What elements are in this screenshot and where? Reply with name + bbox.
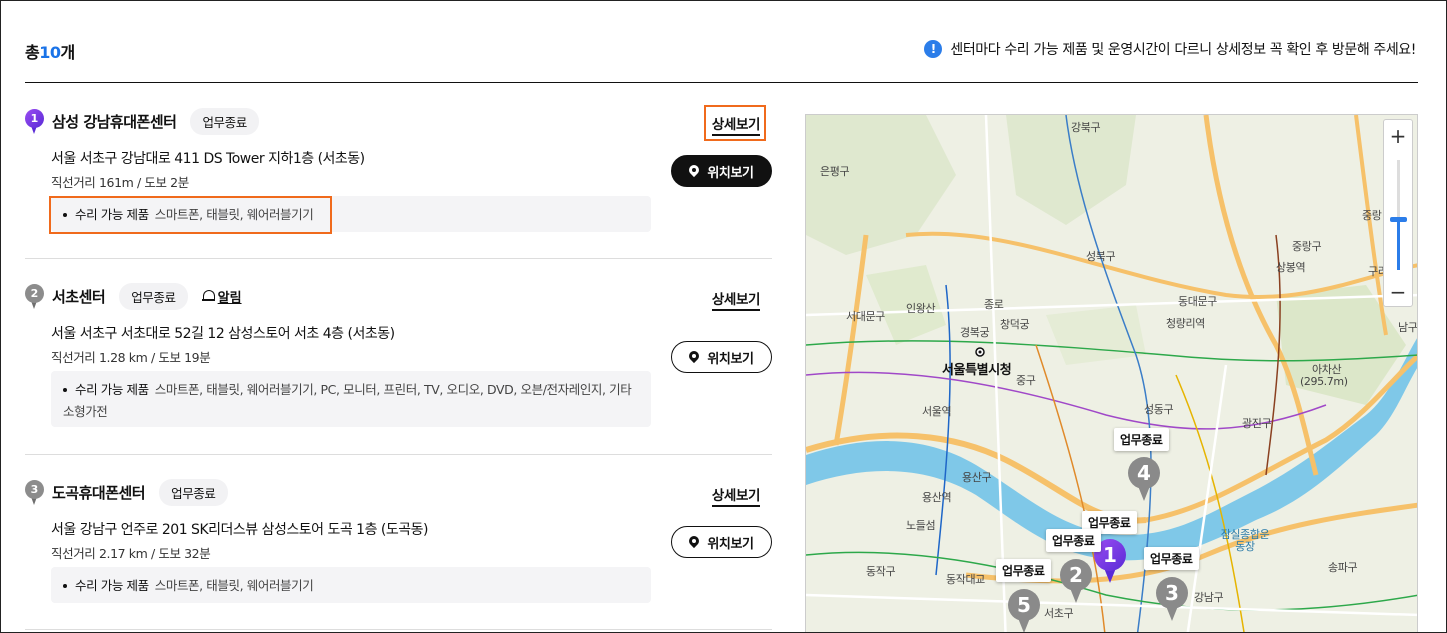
map-label: 동작대교 [946,573,985,586]
map-label: 서초구 [1044,607,1074,620]
map-label: 중구 [1016,374,1036,387]
map-label: (295.7m) [1300,375,1348,388]
zoom-out-button[interactable]: − [1384,278,1412,306]
map-label: 남구 [1398,321,1418,334]
center-address: 서울 서초구 강남대로 411 DS Tower 지하1층 (서초동) [51,151,365,167]
info-icon: ! [924,40,943,58]
center-item-3: 3 도곡휴대폰센터 업무종료 서울 강남구 언주로 201 SK리더스뷰 삼성스… [25,478,772,609]
map-label: 동작구 [866,565,896,578]
repair-products: 수리 가능 제품 스마트폰, 태블릿, 웨어러블기기 [51,567,651,603]
repair-products: 수리 가능 제품 스마트폰, 태블릿, 웨어러블기기, PC, 모니터, 프린터,… [51,371,651,427]
map-label: 강북구 [1071,121,1101,134]
map-label: 광진구 [1242,417,1272,430]
page: 총10개 ! 센터마다 수리 가능 제품 및 운영시간이 다르니 상세정보 꼭 … [0,0,1447,633]
location-pin-icon [689,165,699,178]
map-label: 종로 [984,298,1004,311]
center-distance: 직선거리 161m / 도보 2분 [51,175,189,190]
center-address: 서울 서초구 서초대로 52길 12 삼성스토어 서초 4층 (서초동) [51,326,395,342]
center-distance: 직선거리 2.17 km / 도보 32분 [51,546,211,561]
zoom-in-button[interactable]: + [1384,122,1412,150]
map-label: 용산역 [922,491,952,504]
location-pin-icon [689,351,699,364]
map-marker-5[interactable]: 5 [1008,589,1040,632]
list-divider [25,629,772,630]
zoom-level-fill [1397,220,1400,270]
map-view[interactable]: 강북구 은평구 성북구 중랑구 상봉역 중랑 인왕산 종로 창덕궁 경복궁 동대… [805,114,1418,632]
map-label: 중랑구 [1292,240,1322,253]
marker-pin-icon: 3 [25,479,44,505]
location-pin-icon [689,536,699,549]
map-label: 성북구 [1086,250,1116,263]
center-name: 서초센터 [52,287,106,306]
location-button[interactable]: 위치보기 [671,526,772,558]
marker-pin-icon: 1 [25,108,44,134]
map-label: 서울특별시청 [942,363,1012,378]
map-label: 송파구 [1328,561,1358,574]
closed-tag: 업무종료 [1046,529,1101,552]
count-prefix: 총 [25,43,40,62]
closed-tag: 업무종료 [1114,428,1169,451]
map-label: 중랑 [1362,209,1382,222]
status-badge: 업무종료 [190,107,259,135]
notice: ! 센터마다 수리 가능 제품 및 운영시간이 다르니 상세정보 꼭 확인 후 … [924,39,1416,59]
closed-tag: 업무종료 [996,559,1051,582]
map-label: 상봉역 [1276,261,1306,274]
highlight-box [704,105,766,141]
map-marker-2[interactable]: 2 [1060,559,1092,603]
map-label: 강남구 [1194,591,1224,604]
center-distance: 직선거리 1.28 km / 도보 19분 [51,350,211,365]
map-label: 창덕궁 [1000,318,1030,331]
map-label: 성동구 [1144,403,1174,416]
map-label: 경복궁 [960,326,990,339]
zoom-slider-handle[interactable] [1390,217,1407,222]
result-count: 총10개 [25,39,75,63]
detail-button[interactable]: 상세보기 [711,484,760,507]
location-button[interactable]: 위치보기 [671,155,772,187]
center-address: 서울 강남구 언주로 201 SK리더스뷰 삼성스토어 도곡 1층 (도곡동) [51,522,428,538]
bell-icon [201,289,215,303]
count-suffix: 개 [60,43,76,62]
map-label: 노들섬 [906,519,936,532]
map-label: 서대문구 [846,310,885,323]
map-label: 용산구 [962,471,992,484]
center-name: 도곡휴대폰센터 [52,483,146,502]
map-label: 잠실종합운동장 [1220,528,1270,553]
zoom-control: + − [1383,119,1413,307]
map-marker-3[interactable]: 3 [1156,577,1188,621]
center-name: 삼성 강남휴대폰센터 [52,112,177,131]
header-divider [25,82,1418,83]
map-label: 은평구 [820,165,850,178]
status-badge: 업무종료 [159,478,228,506]
location-button[interactable]: 위치보기 [671,341,772,373]
count-number: 10 [39,43,61,62]
highlight-box [49,196,332,234]
list-divider [25,258,772,259]
map-label: 동대문구 [1178,295,1217,308]
map-label: 청량리역 [1166,317,1205,330]
closed-tag: 업무종료 [1144,547,1199,570]
map-label: 서울역 [922,405,952,418]
detail-button[interactable]: 상세보기 [711,288,760,311]
list-divider [25,454,772,455]
map-label: 인왕산 [906,302,936,315]
alarm-link[interactable]: 알림 [201,287,242,306]
marker-pin-icon: 2 [25,283,44,309]
map-marker-4[interactable]: 4 [1128,457,1160,501]
notice-text: 센터마다 수리 가능 제품 및 운영시간이 다르니 상세정보 꼭 확인 후 방문… [950,42,1416,58]
center-item-2: 2 서초센터 업무종료 알림 서울 서초구 서초대로 52길 12 삼성스토어 … [25,282,772,433]
status-badge: 업무종료 [119,282,188,310]
